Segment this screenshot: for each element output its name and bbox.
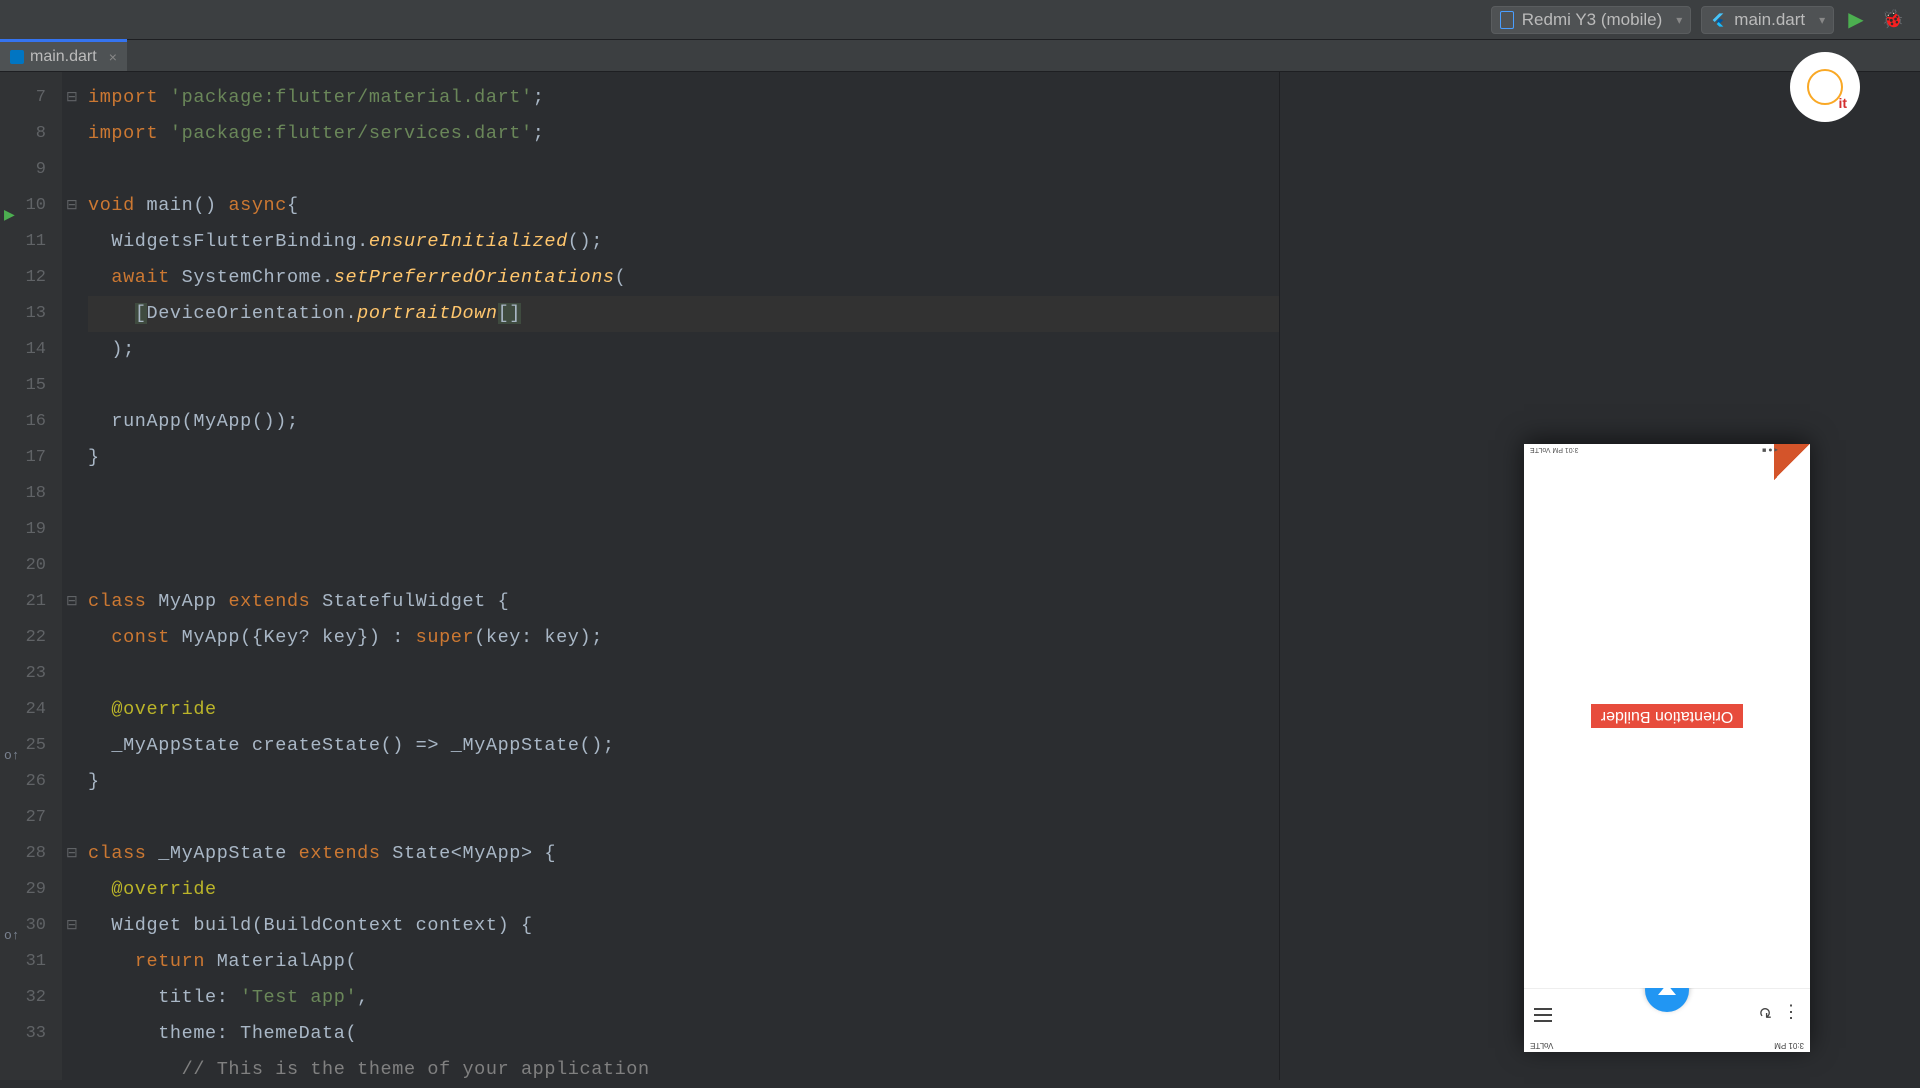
run-config-label: main.dart [1734, 10, 1805, 30]
editor: 7 8 9 ▶10 11 12 13 14 15 16 17 18 19 20 … [0, 72, 1920, 1080]
run-button[interactable]: ▶ [1844, 7, 1867, 33]
phone-status-time: 3:01 PM [1774, 1038, 1804, 1050]
gutter: 7 8 9 ▶10 11 12 13 14 15 16 17 18 19 20 … [0, 72, 62, 1080]
line-number: 12 [0, 260, 62, 296]
line-number: 28 [0, 836, 62, 872]
emulator-preview: 3:01 PM VoLTE ⋮ ↻ Orientation Builder ◂ … [1524, 444, 1810, 1052]
line-number: o↑25 [0, 728, 62, 764]
channel-badge [1790, 52, 1860, 122]
code-line: await SystemChrome.setPreferredOrientati… [88, 260, 1279, 296]
phone-footer-clock: 3:01 PM VoLTE [1530, 446, 1579, 453]
phone-status-bar: 3:01 PM VoLTE [1524, 1036, 1810, 1052]
line-number: ▶10 [0, 188, 62, 224]
code-line [88, 476, 1279, 512]
code-line: title: 'Test app', [88, 980, 1279, 1016]
line-number: o↑30 [0, 908, 62, 944]
line-number: 26 [0, 764, 62, 800]
debug-ribbon [1774, 444, 1810, 480]
line-number: 23 [0, 656, 62, 692]
code-line: } [88, 440, 1279, 476]
line-number: 24 [0, 692, 62, 728]
code-line: ); [88, 332, 1279, 368]
code-line: ⊟void main() async{ [88, 188, 1279, 224]
chevron-down-icon: ▾ [1676, 13, 1682, 27]
code-line [88, 512, 1279, 548]
channel-badge-icon [1807, 69, 1843, 105]
code-line: [DeviceOrientation.portraitDown[] [88, 296, 1279, 332]
phone-appbar: ⋮ ↻ [1524, 988, 1810, 1036]
phone-icon [1500, 11, 1514, 29]
code-line [88, 152, 1279, 188]
flutter-icon [1710, 12, 1726, 28]
line-number: 29 [0, 872, 62, 908]
line-number: 20 [0, 548, 62, 584]
line-number: 31 [0, 944, 62, 980]
chevron-down-icon: ▾ [1819, 13, 1825, 27]
line-number: 18 [0, 476, 62, 512]
code-line: @override [88, 692, 1279, 728]
code-line: // This is the theme of your application [88, 1052, 1279, 1088]
code-editor[interactable]: ⊟import 'package:flutter/material.dart';… [62, 72, 1280, 1080]
line-number: 15 [0, 368, 62, 404]
code-line: theme: ThemeData( [88, 1016, 1279, 1052]
code-line: ⊟class MyApp extends StatefulWidget { [88, 584, 1279, 620]
dart-file-icon [10, 50, 24, 64]
code-line: @override [88, 872, 1279, 908]
file-tab-main[interactable]: main.dart × [0, 39, 127, 71]
code-line: ⊟class _MyAppState extends State<MyApp> … [88, 836, 1279, 872]
line-number: 33 [0, 1016, 62, 1052]
line-number: 16 [0, 404, 62, 440]
phone-body-text: Orientation Builder [1591, 704, 1744, 728]
line-number: 19 [0, 512, 62, 548]
code-line: import 'package:flutter/services.dart'; [88, 116, 1279, 152]
device-selector[interactable]: Redmi Y3 (mobile) ▾ [1491, 6, 1692, 34]
code-line: const MyApp({Key? key}) : super(key: key… [88, 620, 1279, 656]
line-number: 9 [0, 152, 62, 188]
line-number: 22 [0, 620, 62, 656]
hamburger-icon [1534, 1008, 1552, 1022]
phone-refresh-icon: ↻ [1759, 1002, 1772, 1022]
line-number: 27 [0, 800, 62, 836]
code-line [88, 368, 1279, 404]
phone-status-network: VoLTE [1530, 1038, 1553, 1050]
phone-sys-icons: ◂ ● ■ [1762, 446, 1778, 454]
code-line: } [88, 764, 1279, 800]
phone-body: Orientation Builder ◂ ● ■ 3:01 PM VoLTE [1524, 444, 1810, 988]
line-number: 13 [0, 296, 62, 332]
run-config-selector[interactable]: main.dart ▾ [1701, 6, 1834, 34]
code-line: return MaterialApp( [88, 944, 1279, 980]
line-number: 17 [0, 440, 62, 476]
code-line: WidgetsFlutterBinding.ensureInitialized(… [88, 224, 1279, 260]
code-line [88, 548, 1279, 584]
close-tab-icon[interactable]: × [109, 49, 117, 65]
code-line: ⊟ Widget build(BuildContext context) { [88, 908, 1279, 944]
tab-bar: main.dart × [0, 40, 1920, 72]
debug-button[interactable]: 🐞 [1878, 9, 1908, 31]
line-number: 7 [0, 80, 62, 116]
code-line [88, 656, 1279, 692]
phone-menu-icon: ⋮ [1782, 1000, 1800, 1022]
toolbar: Redmi Y3 (mobile) ▾ main.dart ▾ ▶ 🐞 [0, 0, 1920, 40]
file-tab-label: main.dart [30, 48, 97, 66]
line-number: 11 [0, 224, 62, 260]
line-number: 32 [0, 980, 62, 1016]
code-line [88, 800, 1279, 836]
device-selector-label: Redmi Y3 (mobile) [1522, 10, 1662, 30]
line-number: 21 [0, 584, 62, 620]
code-line: runApp(MyApp()); [88, 404, 1279, 440]
code-line: ⊟import 'package:flutter/material.dart'; [88, 80, 1279, 116]
line-number: 8 [0, 116, 62, 152]
preview-pane: 3:01 PM VoLTE ⋮ ↻ Orientation Builder ◂ … [1280, 72, 1920, 1080]
code-line: _MyAppState createState() => _MyAppState… [88, 728, 1279, 764]
line-number: 14 [0, 332, 62, 368]
